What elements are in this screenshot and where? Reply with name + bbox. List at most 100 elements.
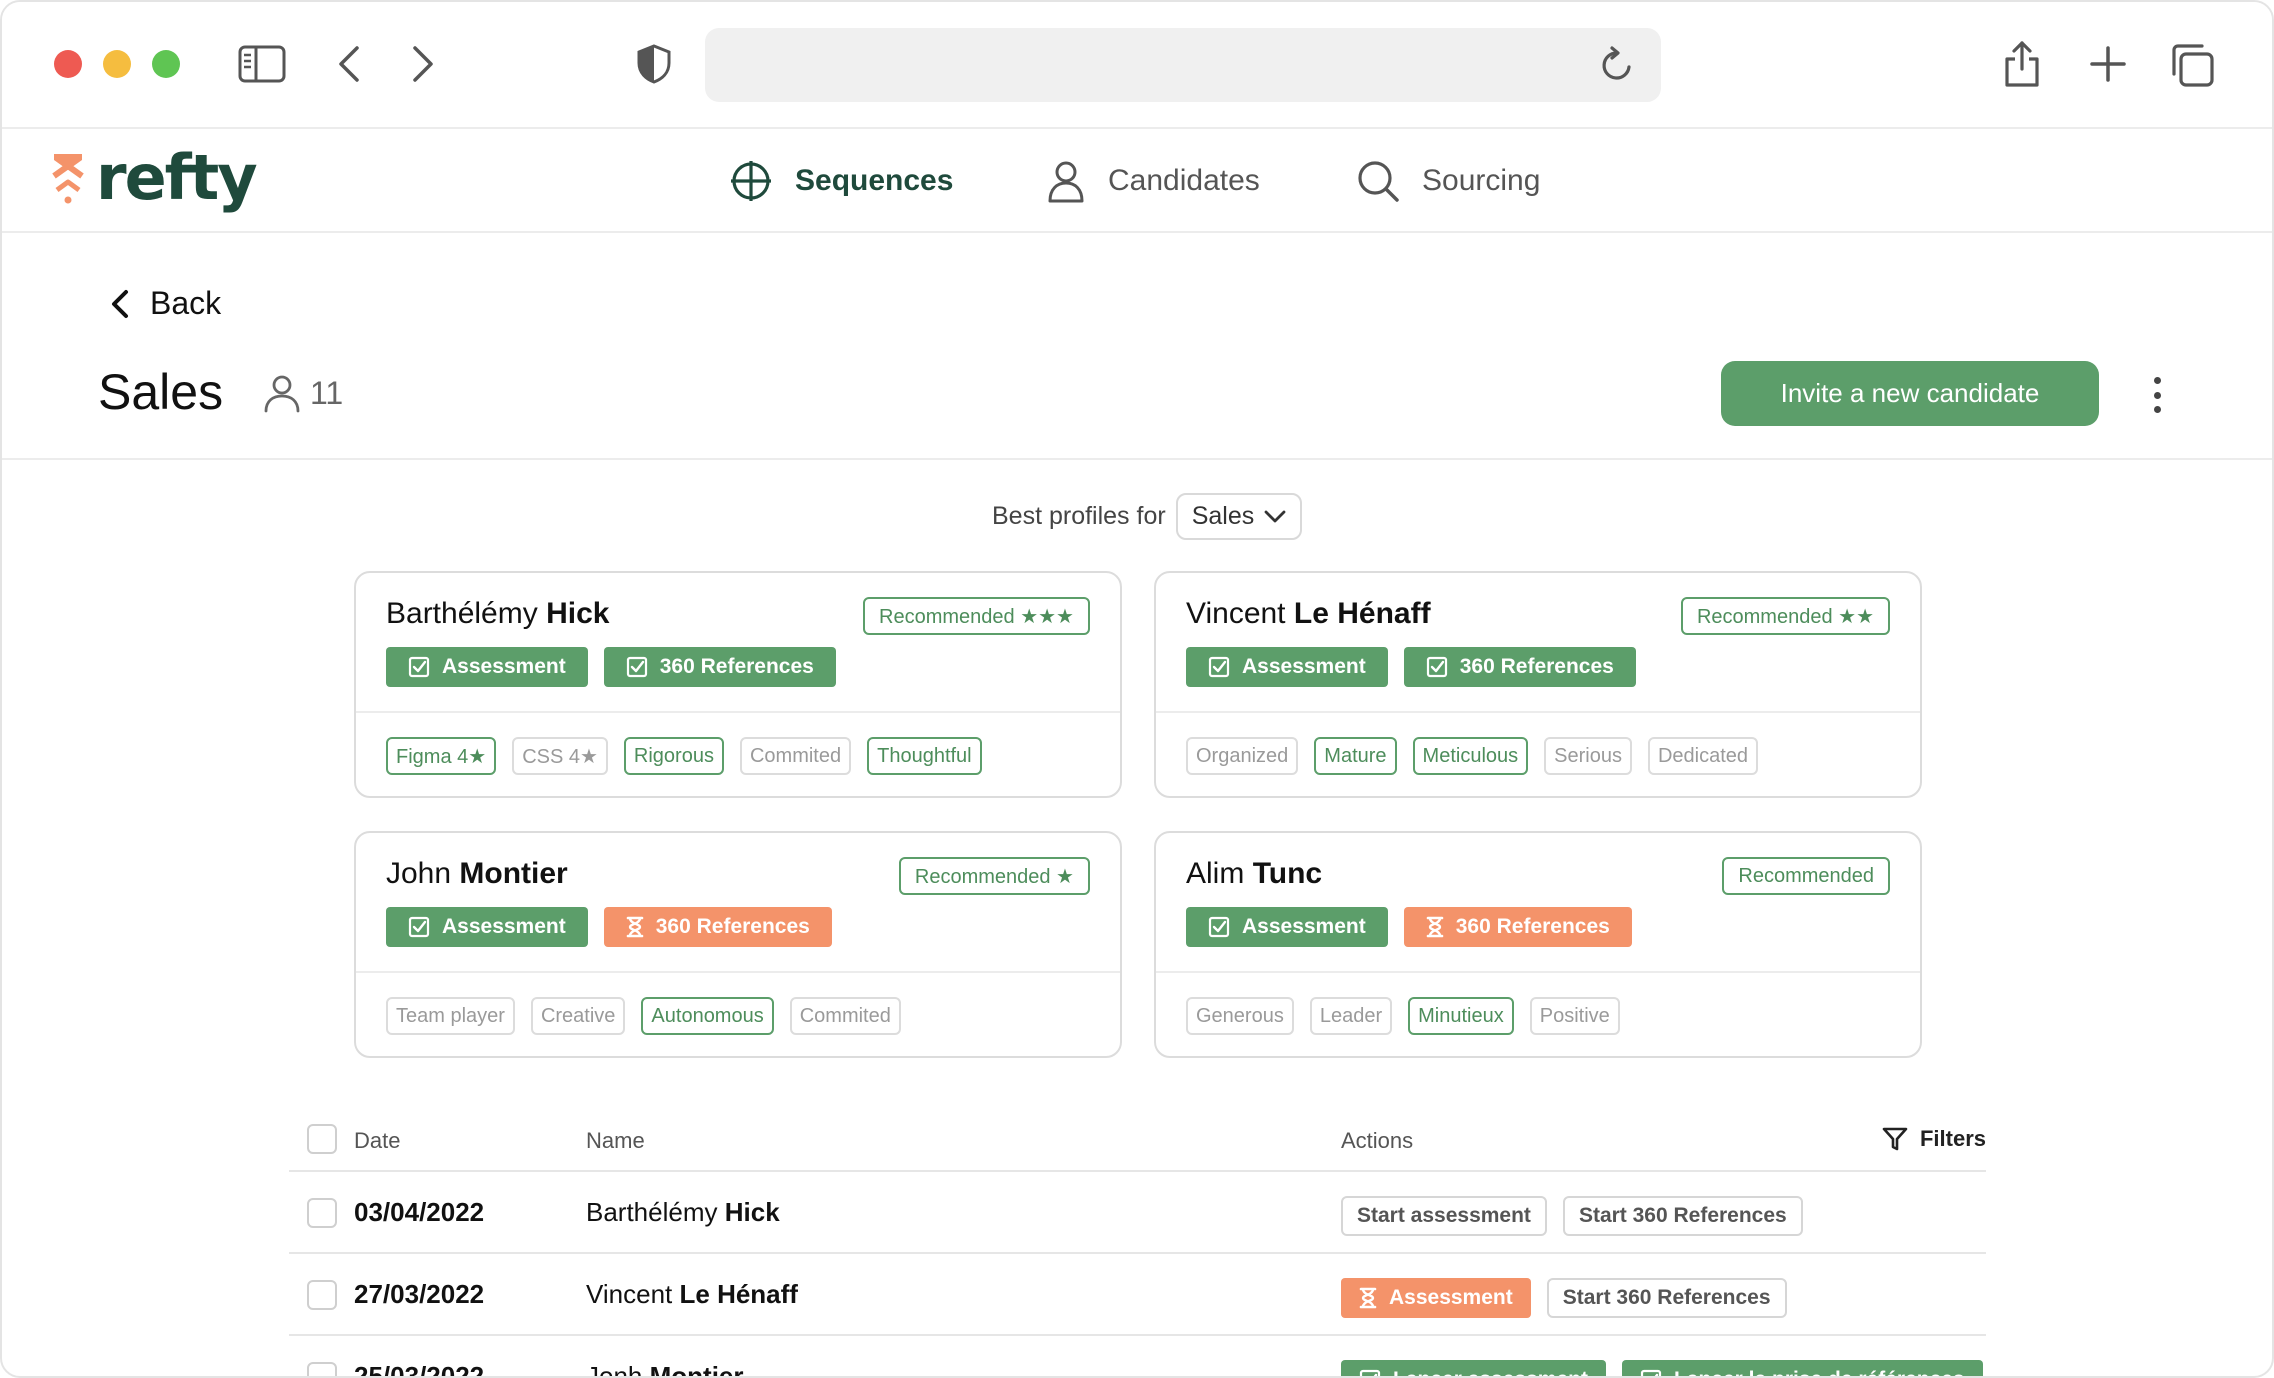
card-action-assessment[interactable]: Assessment bbox=[1186, 907, 1388, 947]
trait-tag: Dedicated bbox=[1647, 737, 1759, 775]
table-row[interactable]: 25/03/2022Jonh MontierLancer assessmentL… bbox=[289, 1336, 1986, 1378]
row-candidate-name[interactable]: Vincent Le Hénaff bbox=[586, 1279, 798, 1310]
card-action-assessment[interactable]: Assessment bbox=[1186, 647, 1388, 687]
card-action-assessment[interactable]: Assessment bbox=[386, 907, 588, 947]
candidate-card[interactable]: Vincent Le Hénaff Recommended ★★ Assessmen… bbox=[1154, 571, 1922, 798]
card-action-references[interactable]: 360 References bbox=[603, 647, 836, 687]
forward-arrow-icon[interactable] bbox=[408, 44, 438, 84]
row-date: 25/03/2022 bbox=[354, 1361, 485, 1378]
sidebar-toggle-icon[interactable] bbox=[238, 44, 286, 84]
header-name[interactable]: Name bbox=[586, 1128, 645, 1154]
card-candidate-name[interactable]: Barthélémy Hick bbox=[386, 597, 609, 631]
person-icon bbox=[264, 375, 300, 413]
trait-tag: Rigorous bbox=[623, 737, 724, 775]
card-action-references[interactable]: 360 References bbox=[1403, 907, 1632, 947]
card-first-name: Vincent bbox=[1186, 597, 1286, 630]
recommended-badge: Recommended ★ bbox=[898, 857, 1090, 895]
page-header: Back Sales 11 Invite a new candidate bbox=[2, 233, 2272, 460]
row-checkbox[interactable] bbox=[307, 1362, 337, 1376]
new-tab-icon[interactable] bbox=[2088, 44, 2128, 84]
row-action-button[interactable]: Start 360 References bbox=[1562, 1196, 1803, 1236]
person-icon bbox=[1048, 161, 1084, 203]
trait-tag: Organized bbox=[1186, 737, 1299, 775]
search-icon bbox=[1358, 161, 1399, 202]
card-action-label: Assessment bbox=[1242, 655, 1366, 678]
card-tags: Organized Mature Meticulous Serious Dedicate… bbox=[1186, 737, 1759, 775]
address-bar[interactable] bbox=[705, 28, 1661, 102]
row-action-label: Lancer assessment bbox=[1393, 1368, 1588, 1376]
select-all-checkbox[interactable] bbox=[307, 1124, 337, 1154]
back-arrow-icon[interactable] bbox=[334, 44, 364, 84]
candidate-card[interactable]: John Montier Recommended ★ Assessment 360 R… bbox=[354, 831, 1122, 1058]
logo-text: refty bbox=[96, 141, 258, 214]
card-action-references[interactable]: 360 References bbox=[1403, 647, 1636, 687]
maximize-window-button[interactable] bbox=[152, 50, 180, 78]
close-window-button[interactable] bbox=[54, 50, 82, 78]
browser-window: refty Sequences Candidates Sourcing Back… bbox=[0, 0, 2274, 1378]
card-action-assessment[interactable]: Assessment bbox=[386, 647, 588, 687]
nav-sourcing[interactable]: Sourcing bbox=[1356, 129, 1540, 233]
card-divider bbox=[356, 971, 1120, 973]
card-last-name: Le Hénaff bbox=[1293, 597, 1431, 630]
hourglass-icon bbox=[1426, 916, 1444, 938]
trait-tag: Autonomous bbox=[641, 997, 774, 1035]
card-first-name: Alim bbox=[1186, 857, 1245, 890]
hourglass-icon bbox=[1359, 1287, 1377, 1309]
minimize-window-button[interactable] bbox=[103, 50, 131, 78]
filters-label: Filters bbox=[1919, 1126, 1986, 1151]
chevron-left-icon bbox=[112, 289, 128, 318]
card-last-name: Tunc bbox=[1252, 857, 1323, 890]
row-action-button[interactable]: Lancer assessment bbox=[1341, 1360, 1606, 1376]
card-divider bbox=[1156, 711, 1920, 713]
row-date: 27/03/2022 bbox=[354, 1279, 485, 1309]
row-action-label: Assessment bbox=[1389, 1286, 1513, 1309]
row-checkbox[interactable] bbox=[307, 1280, 337, 1310]
reload-icon[interactable] bbox=[1597, 44, 1637, 86]
card-last-name: Montier bbox=[459, 857, 568, 890]
card-tags: Generous Leader Minutieux Positive bbox=[1186, 997, 1620, 1035]
card-actions: Assessment 360 References bbox=[1186, 647, 1636, 687]
table-row[interactable]: 03/04/2022 Barthélémy Hick Start assessmen… bbox=[289, 1172, 1986, 1254]
row-checkbox[interactable] bbox=[307, 1198, 337, 1228]
back-button[interactable]: Back bbox=[110, 285, 221, 322]
filters-button[interactable]: Filters bbox=[1882, 1126, 1986, 1152]
recommended-badge: Recommended ★★★ bbox=[863, 597, 1090, 635]
trait-tag: Figma 4★ bbox=[386, 737, 497, 775]
candidate-card[interactable]: Barthélémy Hick Recommended ★★★ Assessment… bbox=[354, 571, 1122, 798]
row-action-button[interactable]: Assessment bbox=[1341, 1278, 1531, 1318]
card-candidate-name[interactable]: Alim Tunc bbox=[1186, 857, 1322, 891]
row-last-name: Montier bbox=[649, 1361, 744, 1378]
row-candidate-name[interactable]: Jonh Montier bbox=[586, 1361, 744, 1378]
invite-candidate-button[interactable]: Invite a new candidate bbox=[1721, 361, 2099, 426]
trait-tag: Minutieux bbox=[1408, 997, 1514, 1035]
candidate-card[interactable]: Alim Tunc Recommended Assessment 360 Refere… bbox=[1154, 831, 1922, 1058]
table-row[interactable]: 27/03/2022 Vincent Le Hénaff Assessment Sta… bbox=[289, 1254, 1986, 1336]
tabs-overview-icon[interactable] bbox=[2168, 42, 2216, 88]
row-action-button[interactable]: Start 360 References bbox=[1546, 1278, 1787, 1318]
table-body: 03/04/2022 Barthélémy Hick Start assessmen… bbox=[289, 1172, 1986, 1378]
row-action-button[interactable]: Start assessment bbox=[1341, 1196, 1547, 1236]
card-candidate-name[interactable]: Vincent Le Hénaff bbox=[1186, 597, 1431, 631]
row-candidate-name[interactable]: Barthélémy Hick bbox=[586, 1197, 780, 1228]
card-action-references[interactable]: 360 References bbox=[603, 907, 832, 947]
hourglass-icon bbox=[626, 916, 644, 938]
check-square-icon bbox=[1208, 656, 1230, 678]
nav-candidates[interactable]: Candidates bbox=[1046, 129, 1260, 233]
header-date[interactable]: Date bbox=[354, 1128, 400, 1154]
row-action-button[interactable]: Lancer la prise de références bbox=[1621, 1360, 1983, 1376]
nav-sequences[interactable]: Sequences bbox=[729, 129, 953, 233]
shield-icon[interactable] bbox=[634, 42, 674, 86]
trait-tag: Mature bbox=[1314, 737, 1397, 775]
check-square-icon bbox=[408, 916, 430, 938]
candidates-table: Date Name Actions Filters 03/04/2022 Bart… bbox=[289, 1110, 1986, 1378]
profile-select[interactable]: Sales bbox=[1175, 493, 1303, 540]
row-actions: Lancer assessment Lancer la prise de réfé… bbox=[1341, 1360, 1983, 1376]
share-icon[interactable] bbox=[2000, 38, 2044, 90]
card-candidate-name[interactable]: John Montier bbox=[386, 857, 568, 891]
refty-logo[interactable]: refty bbox=[50, 141, 258, 214]
row-action-label: Lancer la prise de références bbox=[1674, 1368, 1965, 1376]
more-options-icon[interactable] bbox=[2142, 373, 2172, 417]
candidate-count: 11 bbox=[262, 373, 343, 413]
check-square-icon bbox=[408, 656, 430, 678]
card-actions: Assessment 360 References bbox=[1186, 907, 1632, 947]
